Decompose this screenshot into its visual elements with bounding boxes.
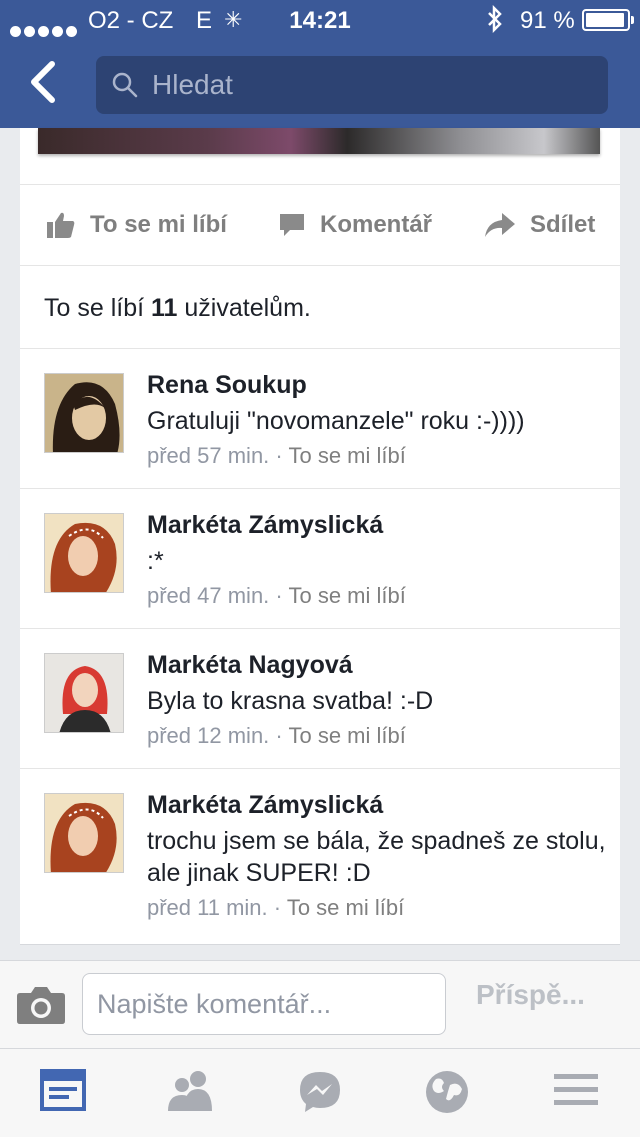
bluetooth-icon: [486, 4, 504, 40]
tab-menu[interactable]: [554, 1069, 604, 1115]
comment-composer: Příspě...: [0, 960, 640, 1049]
share-button[interactable]: Sdílet: [484, 185, 595, 265]
meta-separator: ·: [275, 443, 283, 468]
post-comment-button[interactable]: Příspě...: [476, 979, 585, 1011]
comment-item: Rena Soukup Gratuluji "novomanzele" roku…: [20, 348, 620, 489]
comment-time: před 57 min.: [147, 443, 270, 468]
likes-summary[interactable]: To se líbí 11 uživatelům.: [44, 294, 311, 323]
comment-meta: před 12 min. · To se mi líbí: [147, 723, 406, 749]
comment-like-link[interactable]: To se mi líbí: [288, 583, 405, 608]
tab-friends[interactable]: [166, 1069, 216, 1115]
comment-like-link[interactable]: To se mi líbí: [288, 723, 405, 748]
comment-text: :*: [147, 547, 164, 575]
like-button[interactable]: To se mi líbí: [46, 185, 227, 265]
comment-time: před 47 min.: [147, 583, 270, 608]
avatar[interactable]: [44, 653, 124, 733]
post-card: To se mi líbí Komentář Sdílet To se líbí…: [20, 128, 620, 945]
news-feed-icon: [40, 1069, 86, 1111]
avatar[interactable]: [44, 513, 124, 593]
post-photo[interactable]: [38, 128, 600, 154]
comment-item: Markéta Zámyslická :* před 47 min. · To …: [20, 488, 620, 629]
post-actions: To se mi líbí Komentář Sdílet: [20, 184, 620, 266]
messenger-icon: [300, 1072, 340, 1112]
comment-text: trochu jsem se bála, že spadneš ze stolu…: [147, 827, 606, 887]
search-box[interactable]: [96, 56, 608, 114]
top-bar: O2 - CZ E ✳ 14:21 91 %: [0, 0, 640, 128]
camera-icon: [17, 987, 65, 1024]
avatar[interactable]: [44, 373, 124, 453]
comment-time: před 11 min.: [147, 895, 268, 920]
comment-author[interactable]: Markéta Zámyslická: [147, 791, 383, 820]
meta-separator: ·: [275, 723, 283, 748]
comment-meta: před 11 min. · To se mi líbí: [147, 895, 404, 921]
comment-item: Markéta Nagyová Byla to krasna svatba! :…: [20, 628, 620, 769]
tab-messenger[interactable]: [297, 1069, 347, 1115]
comment-author[interactable]: Markéta Zámyslická: [147, 511, 383, 540]
menu-icon: [554, 1074, 598, 1105]
comment-time: před 12 min.: [147, 723, 270, 748]
status-bar: O2 - CZ E ✳ 14:21 91 %: [0, 0, 640, 40]
comment-meta: před 47 min. · To se mi líbí: [147, 583, 406, 609]
likes-count: 11: [151, 294, 178, 322]
search-input[interactable]: [152, 56, 592, 114]
battery-icon: [582, 9, 634, 31]
tab-bar: [0, 1048, 640, 1137]
friends-icon: [168, 1071, 212, 1111]
tab-notifications[interactable]: [424, 1069, 474, 1115]
likes-suffix: uživatelům.: [184, 294, 311, 322]
thumbs-up-icon: [47, 212, 75, 238]
comment-button[interactable]: Komentář: [278, 185, 432, 265]
comment-author[interactable]: Markéta Nagyová: [147, 651, 353, 680]
comment-text: Byla to krasna svatba! :-D: [147, 687, 434, 715]
back-button[interactable]: [28, 60, 68, 108]
comment-meta: před 57 min. · To se mi líbí: [147, 443, 406, 469]
search-icon: [112, 72, 138, 98]
comment-like-link[interactable]: To se mi líbí: [288, 443, 405, 468]
meta-separator: ·: [275, 583, 283, 608]
share-button-label: Sdílet: [530, 211, 596, 238]
comment-input[interactable]: [82, 973, 446, 1035]
tab-news-feed[interactable]: [40, 1069, 90, 1115]
comment-like-link[interactable]: To se mi líbí: [287, 895, 404, 920]
meta-separator: ·: [273, 895, 282, 920]
share-arrow-icon: [485, 213, 515, 237]
comment-button-label: Komentář: [320, 211, 433, 238]
like-button-label: To se mi líbí: [90, 211, 227, 238]
battery-percent: 91 %: [520, 7, 575, 34]
avatar[interactable]: [44, 793, 124, 873]
camera-button[interactable]: [16, 985, 66, 1030]
comment-author[interactable]: Rena Soukup: [147, 371, 307, 400]
globe-icon: [426, 1071, 468, 1113]
likes-prefix: To se líbí: [44, 294, 145, 322]
comment-bubble-icon: [280, 214, 304, 236]
comment-item: Markéta Zámyslická trochu jsem se bála, …: [20, 768, 620, 944]
comment-text: Gratuluji "novomanzele" roku :-)))): [147, 407, 525, 435]
